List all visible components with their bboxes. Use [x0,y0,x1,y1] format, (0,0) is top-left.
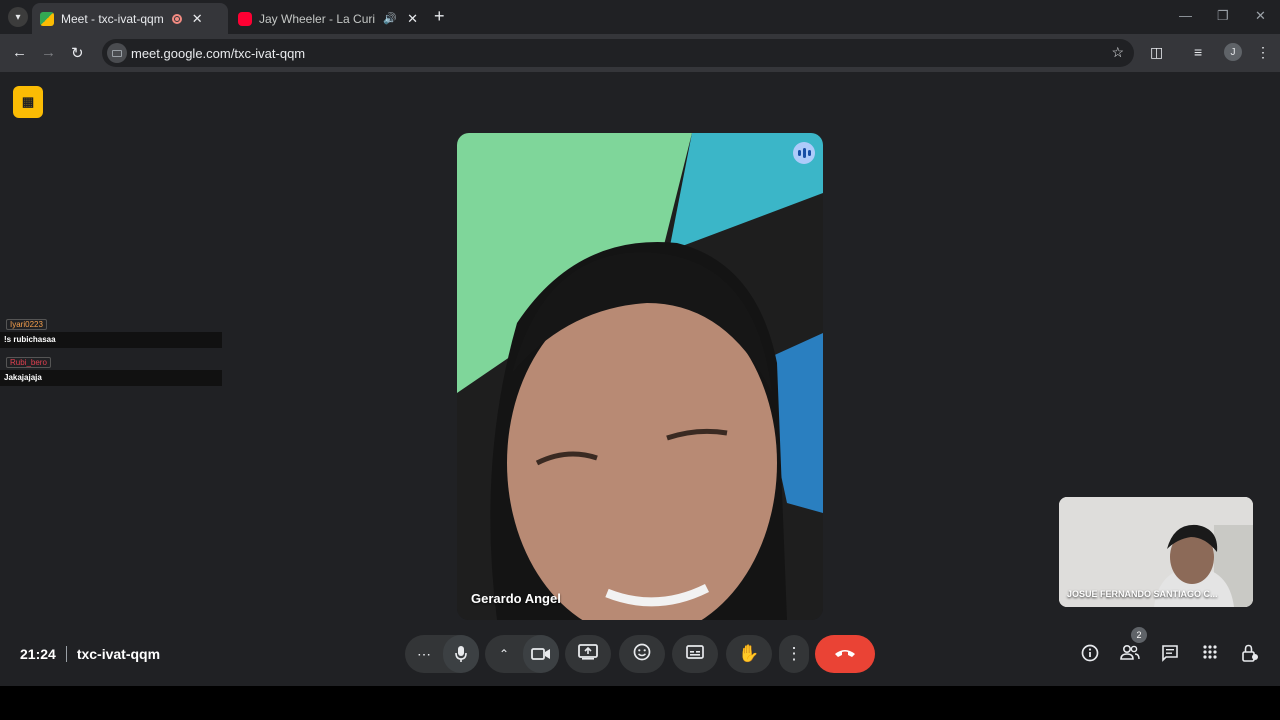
recording-icon [171,13,182,24]
media-control-icon[interactable]: ≡ [1194,44,1202,60]
browser-toolbar: ← → ↻ meet.google.com/txc-ivat-qqm ☆ ◫ ≡… [0,34,1280,72]
camera-off-badge-icon[interactable]: ▦ [13,86,43,118]
present-screen-icon [578,643,598,665]
participant-name: Gerardo Angel [471,591,561,606]
activities-grid-icon[interactable] [1198,644,1222,665]
chat-text: Jakajajaja [0,370,222,386]
participant-video [457,133,823,620]
tab-strip: ▾ Meet - txc-ivat-qqm ✕ Jay Wheeler - La… [0,0,1280,34]
audio-control-group: ⋯ [405,635,479,673]
close-window-icon[interactable]: ✕ [1255,8,1266,24]
tab-title: Jay Wheeler - La Curiosidad [259,11,376,26]
video-settings-chevron-up-icon[interactable]: ⌃ [485,647,523,661]
tab-youtube[interactable]: Jay Wheeler - La Curiosidad 🔊 ✕ [230,3,426,34]
speaking-indicator-icon [793,142,815,164]
host-controls-lock-icon[interactable] [1238,644,1262,667]
speaker-icon[interactable]: 🔊 [383,12,397,25]
address-bar[interactable]: meet.google.com/txc-ivat-qqm ☆ [102,39,1134,67]
video-control-group: ⌃ [485,635,559,673]
chat-text: !s rubichasaa [0,332,222,348]
reactions-button[interactable] [619,635,665,673]
clock-time: 21:24 [20,646,56,662]
url-text[interactable]: meet.google.com/txc-ivat-qqm [131,46,305,61]
profile-avatar[interactable]: J [1224,43,1242,61]
tab-title: Meet - txc-ivat-qqm [61,11,164,26]
divider [65,646,67,662]
youtube-favicon-icon [238,11,252,26]
self-video-tile[interactable]: JOSUE FERNANDO SANTIAGO C... [1059,497,1253,607]
site-info-icon[interactable] [107,43,127,63]
end-call-phone-icon [834,645,856,663]
raise-hand-icon: ✋ [738,644,760,663]
letterbox-bar [0,686,1280,720]
close-tab-icon[interactable]: ✕ [192,11,203,27]
emoji-icon [633,643,651,666]
self-participant-name: JOSUE FERNANDO SANTIAGO C... [1067,589,1218,599]
restore-icon[interactable]: ❐ [1217,8,1229,24]
chat-username: Rubi_bero [6,357,51,368]
new-tab-icon[interactable]: + [434,6,445,27]
meet-stage: ▦ Iyari0223 !s rubichasaa Rubi_bero Jaka… [0,72,1280,686]
extensions-icon[interactable]: ◫ [1150,44,1163,61]
audio-settings-icon[interactable]: ⋯ [405,646,443,663]
close-tab-icon[interactable]: ✕ [407,11,418,27]
meeting-details-info-icon[interactable] [1078,644,1102,667]
reload-icon[interactable]: ↻ [71,44,84,62]
leave-call-button[interactable] [815,635,875,673]
meeting-info: 21:24 txc-ivat-qqm [20,646,160,662]
google-meet-favicon-icon [40,11,54,26]
meeting-code: txc-ivat-qqm [76,646,161,662]
camera-icon[interactable] [523,635,559,673]
minimize-icon[interactable]: — [1179,8,1192,23]
more-options-kebab-icon: ⋮ [785,644,803,663]
main-video-tile[interactable]: Gerardo Angel [457,133,823,620]
forward-icon[interactable]: → [41,44,56,61]
tab-search-chevron-icon[interactable]: ▾ [8,7,28,27]
menu-kebab-icon[interactable]: ⋮ [1256,44,1270,61]
present-screen-button[interactable] [565,635,611,673]
chat-username: Iyari0223 [6,319,47,330]
raise-hand-button[interactable]: ✋ [726,635,772,673]
tab-meet[interactable]: Meet - txc-ivat-qqm ✕ [32,3,228,34]
microphone-icon[interactable] [443,635,479,673]
chat-message: Rubi_bero Jakajajaja [0,352,222,386]
chat-icon[interactable] [1158,644,1182,667]
people-icon[interactable] [1118,644,1142,665]
bookmark-star-icon[interactable]: ☆ [1111,44,1124,61]
participant-count-badge: 2 [1131,627,1147,643]
captions-button[interactable] [672,635,718,673]
more-options-button[interactable]: ⋮ [779,635,809,673]
captions-icon [686,644,704,664]
back-icon[interactable]: ← [12,44,27,61]
chat-overlay: Iyari0223 !s rubichasaa Rubi_bero Jakaja… [0,314,222,390]
chat-message: Iyari0223 !s rubichasaa [0,314,222,348]
